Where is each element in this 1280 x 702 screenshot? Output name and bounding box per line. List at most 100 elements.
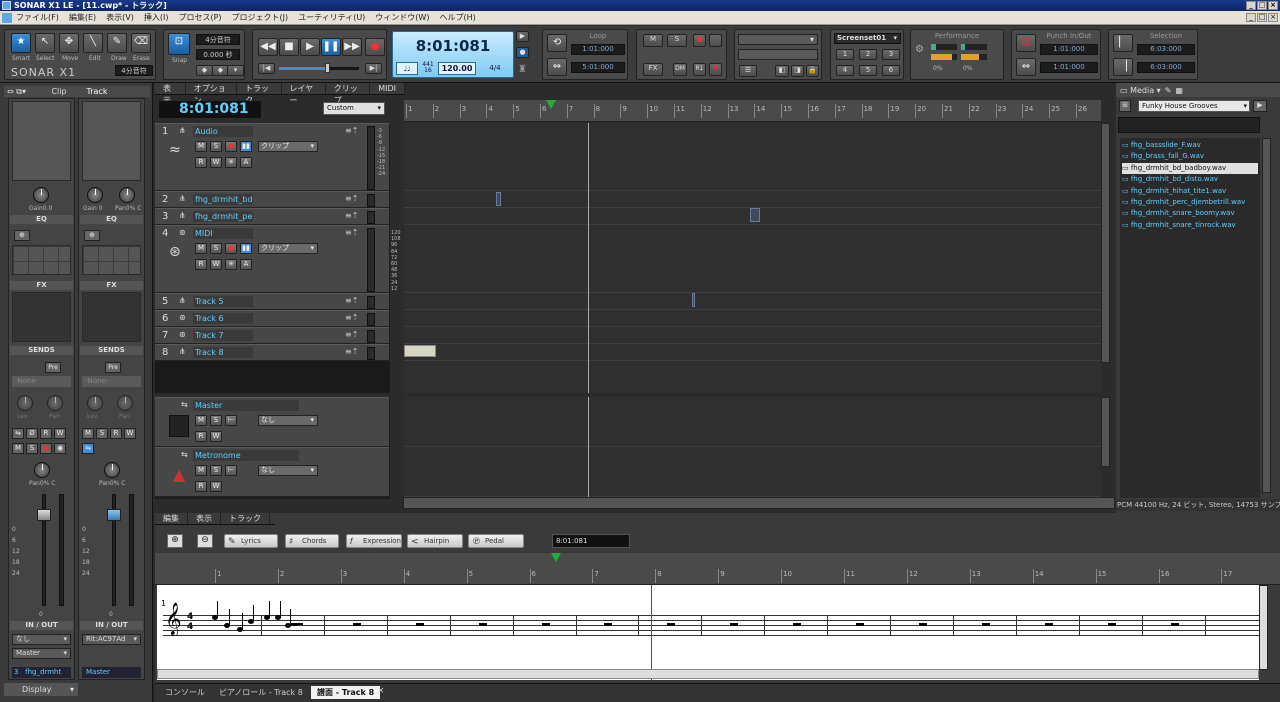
staff-time-field[interactable]: 8:01:081 [552,534,630,548]
snap-mode-button-1[interactable]: ◆ [196,65,213,76]
staff-now-marker-icon[interactable] [551,553,561,562]
minimize-button[interactable]: _ [1246,1,1256,10]
meter-field[interactable]: 4/4 [481,62,509,75]
stop-button[interactable]: ■ [279,38,299,56]
staff-score-area[interactable]: 1 𝄞 4 4 [157,585,1259,680]
menu-file[interactable]: ファイル(F) [16,12,59,23]
go-end-button[interactable]: ▶| [365,63,382,74]
view-float-icon[interactable]: ◨ [791,65,804,77]
selection-start-field[interactable]: 6:03:000 [1137,44,1195,55]
selection-end-field[interactable]: 6:03:000 [1137,62,1195,73]
input-dropdown[interactable]: なし ▾ [12,634,71,645]
lyrics-button[interactable]: ✎ Lyrics [224,534,278,548]
bus-master-solo[interactable]: S [210,415,222,426]
track-name[interactable]: Track 7 [193,330,253,341]
track-mute[interactable]: M [195,141,207,152]
media-search-field[interactable] [1118,117,1260,133]
tab-close-icon[interactable]: × [377,686,385,696]
media-file-item[interactable]: ▭ fhg_drmhit_bd_badboy.wav [1122,162,1258,174]
punch-toggle-button[interactable]: ⊡ [1016,34,1036,52]
doc-minimize-button[interactable]: _ [1246,13,1256,22]
bus-metronome-solo[interactable]: S [210,465,222,476]
edit-tool-button[interactable]: ╲ [83,33,103,53]
display-record-toggle[interactable]: ● [516,47,529,58]
display-dropdown[interactable]: Display ▾ [4,683,78,696]
loop-end-field[interactable]: 5:01:000 [571,62,625,73]
track-read[interactable]: R [195,157,207,168]
bus-master[interactable]: ⇆ Master M S ⊢ なし ▾ R W [155,397,389,447]
gain-knob[interactable] [33,187,49,203]
track-edit-filter-dropdown[interactable]: クリップ ▾ [258,141,318,152]
view-list-icon[interactable]: ☰ [739,65,757,77]
bus-send-level-knob[interactable] [87,395,103,411]
bus-master-output[interactable]: なし ▾ [258,415,318,426]
screenset-1-button[interactable]: 1 [836,49,854,60]
track-menu-icon[interactable]: ≡⇡ [345,330,358,339]
track-menu-icon[interactable]: ≡⇡ [345,211,358,220]
strip-write-button[interactable]: W [54,428,66,439]
chords-button[interactable]: ♯ Chords [285,534,339,548]
track-menu-icon[interactable]: ≡⇡ [345,296,358,305]
rewind-button[interactable]: ◀◀ [258,38,278,56]
media-folder-dropdown[interactable]: Funky House Grooves ▾ [1138,100,1250,112]
now-time[interactable]: 8:01:081 [393,37,513,55]
position-slider-thumb[interactable] [325,63,330,73]
bus-write-button[interactable]: W [124,428,136,439]
bus-link-button[interactable]: ⇋ [82,443,94,454]
bus-metronome-mono[interactable]: ⊢ [225,465,237,476]
track-menu-icon[interactable]: ≡⇡ [345,194,358,203]
doc-restore-button[interactable]: □ [1257,13,1267,22]
menu-help[interactable]: ヘルプ(H) [439,12,475,23]
marker-dropdown[interactable]: ▾ [738,34,818,45]
track-vscroll[interactable] [1101,123,1110,363]
track-read[interactable]: R [195,259,207,270]
doc-close-button[interactable]: × [1268,13,1278,22]
mix-arm-button[interactable]: ● [693,34,706,47]
mix-reset-button[interactable]: ✕ [709,63,722,76]
mix-r1-button[interactable]: R1 [693,63,706,76]
close-button[interactable]: × [1268,1,1278,10]
bus-read-button[interactable]: R [110,428,122,439]
menu-process[interactable]: プロセス(P) [178,12,221,23]
screenset-5-button[interactable]: 5 [859,65,877,76]
tab-staff[interactable]: 譜面 - Track 8 [311,686,381,699]
bus-fader-cap[interactable] [107,509,121,521]
eq-graph[interactable] [12,245,71,275]
bus-vscroll[interactable] [1101,397,1110,467]
snap-value-field[interactable]: 4分音符 [196,34,240,45]
bus-master-mute[interactable]: M [195,415,207,426]
bus-send-pre-button[interactable]: Pre [105,362,121,373]
menu-insert[interactable]: 挿入(I) [144,12,169,23]
staff-menu-track[interactable]: トラック [221,513,270,524]
move-tool-button[interactable]: ✥ [59,33,79,53]
pause-button[interactable]: ❚❚ [321,38,341,56]
grid-resolution-field[interactable]: 4分音符 [115,65,153,76]
staff-vscroll[interactable] [1259,585,1268,670]
audio-clip-track2[interactable] [496,192,501,206]
media-file-item[interactable]: ▭ fhg_drmhit_perc_djembetrill.wav [1122,197,1258,208]
menu-project[interactable]: プロジェクト(J) [232,12,289,23]
strip-solo-button[interactable]: S [26,443,38,454]
send-pre-button[interactable]: Pre [45,362,61,373]
track-header-7[interactable]: 7 ⊛ Track 7 ≡⇡ [155,327,389,344]
bus-metronome-name[interactable]: Metronome [193,450,299,461]
media-file-item[interactable]: ▭ fhg_drmhit_hihat_tite1.wav [1122,186,1258,197]
now-marker-icon[interactable] [546,100,556,109]
staff-ruler[interactable]: 1 2 3 4 5 6 7 8 9 10 11 12 13 14 15 16 17 [155,553,1280,585]
mix-solo-button[interactable]: S [667,34,687,47]
bus-solo-button[interactable]: S [96,428,108,439]
bus-metronome-write[interactable]: W [210,481,222,492]
menu-utilities[interactable]: ユーティリティ(U) [298,12,365,23]
punch-end-field[interactable]: 1:01:000 [1040,62,1098,73]
pan-knob[interactable] [34,462,50,478]
bus-metronome-output[interactable]: なし ▾ [258,465,318,476]
track-mute[interactable]: M [195,243,207,254]
bus-mute-button[interactable]: M [82,428,94,439]
bus-name[interactable]: Master [82,667,141,678]
track-name[interactable]: fhg_drmhit_perc [193,211,253,222]
view-window-icon[interactable]: ◧ [775,65,789,77]
selection-end-button[interactable]: ▕ [1113,58,1133,76]
trackview-menu-options[interactable]: オプション [186,83,238,105]
inspector-tab-track[interactable]: Track [78,87,116,96]
staff-hscroll[interactable] [157,669,1259,679]
